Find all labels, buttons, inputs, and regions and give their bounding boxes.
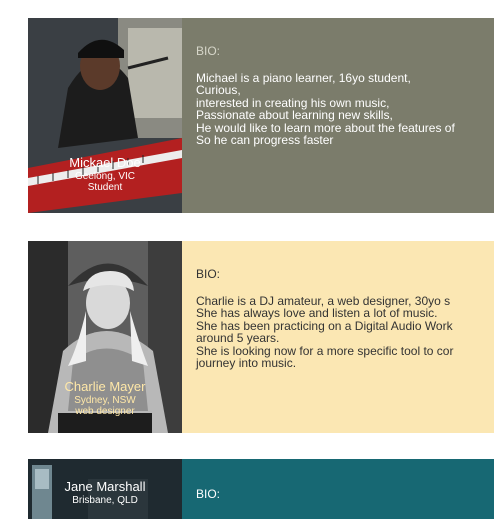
persona-bio-panel: BIO: Michael is a piano learner, 16yo st… [182,18,494,213]
bio-line: Passionate about learning new skills, [196,108,393,122]
persona-location: Geelong, VIC [74,170,136,182]
bio-line: She has always love and listen a lot of … [196,306,438,320]
persona-caption: Jane Marshall Brisbane, QLD [28,479,182,506]
persona-card-charlie: Charlie Mayer Sydney, NSW web designer B… [28,241,494,433]
persona-card-jane: Jane Marshall Brisbane, QLD BIO: [28,459,494,519]
bio-label: BIO: [196,44,221,58]
bio-label: BIO: [196,487,221,501]
persona-card-mickael: Mickael Doe Geelong, VIC Student BIO: Mi… [28,18,494,213]
bio-line: Curious, [196,83,241,97]
persona-bio-panel: BIO: [182,459,494,519]
bio-line: journey into music. [196,356,297,370]
persona-photo-mickael: Mickael Doe Geelong, VIC Student [28,18,182,213]
bio-line: around 5 years. [196,331,280,345]
persona-photo-charlie: Charlie Mayer Sydney, NSW web designer [28,241,182,433]
persona-name: Charlie Mayer [64,379,146,394]
persona-location: Sydney, NSW [74,394,136,406]
persona-name: Mickael Doe [69,155,141,170]
persona-name: Jane Marshall [64,479,146,494]
persona-role: Student [87,182,123,194]
persona-caption: Mickael Doe Geelong, VIC Student [28,155,182,194]
bio-line: Michael is a piano learner, 16yo student… [196,70,411,85]
bio-line: So he can progress faster [196,133,334,147]
persona-caption: Charlie Mayer Sydney, NSW web designer [28,379,182,418]
persona-bio-panel: BIO: Charlie is a DJ amateur, a web desi… [182,241,494,433]
bio-label: BIO: [196,267,221,281]
persona-role: web designer [75,406,135,418]
persona-photo-jane: Jane Marshall Brisbane, QLD [28,459,182,519]
